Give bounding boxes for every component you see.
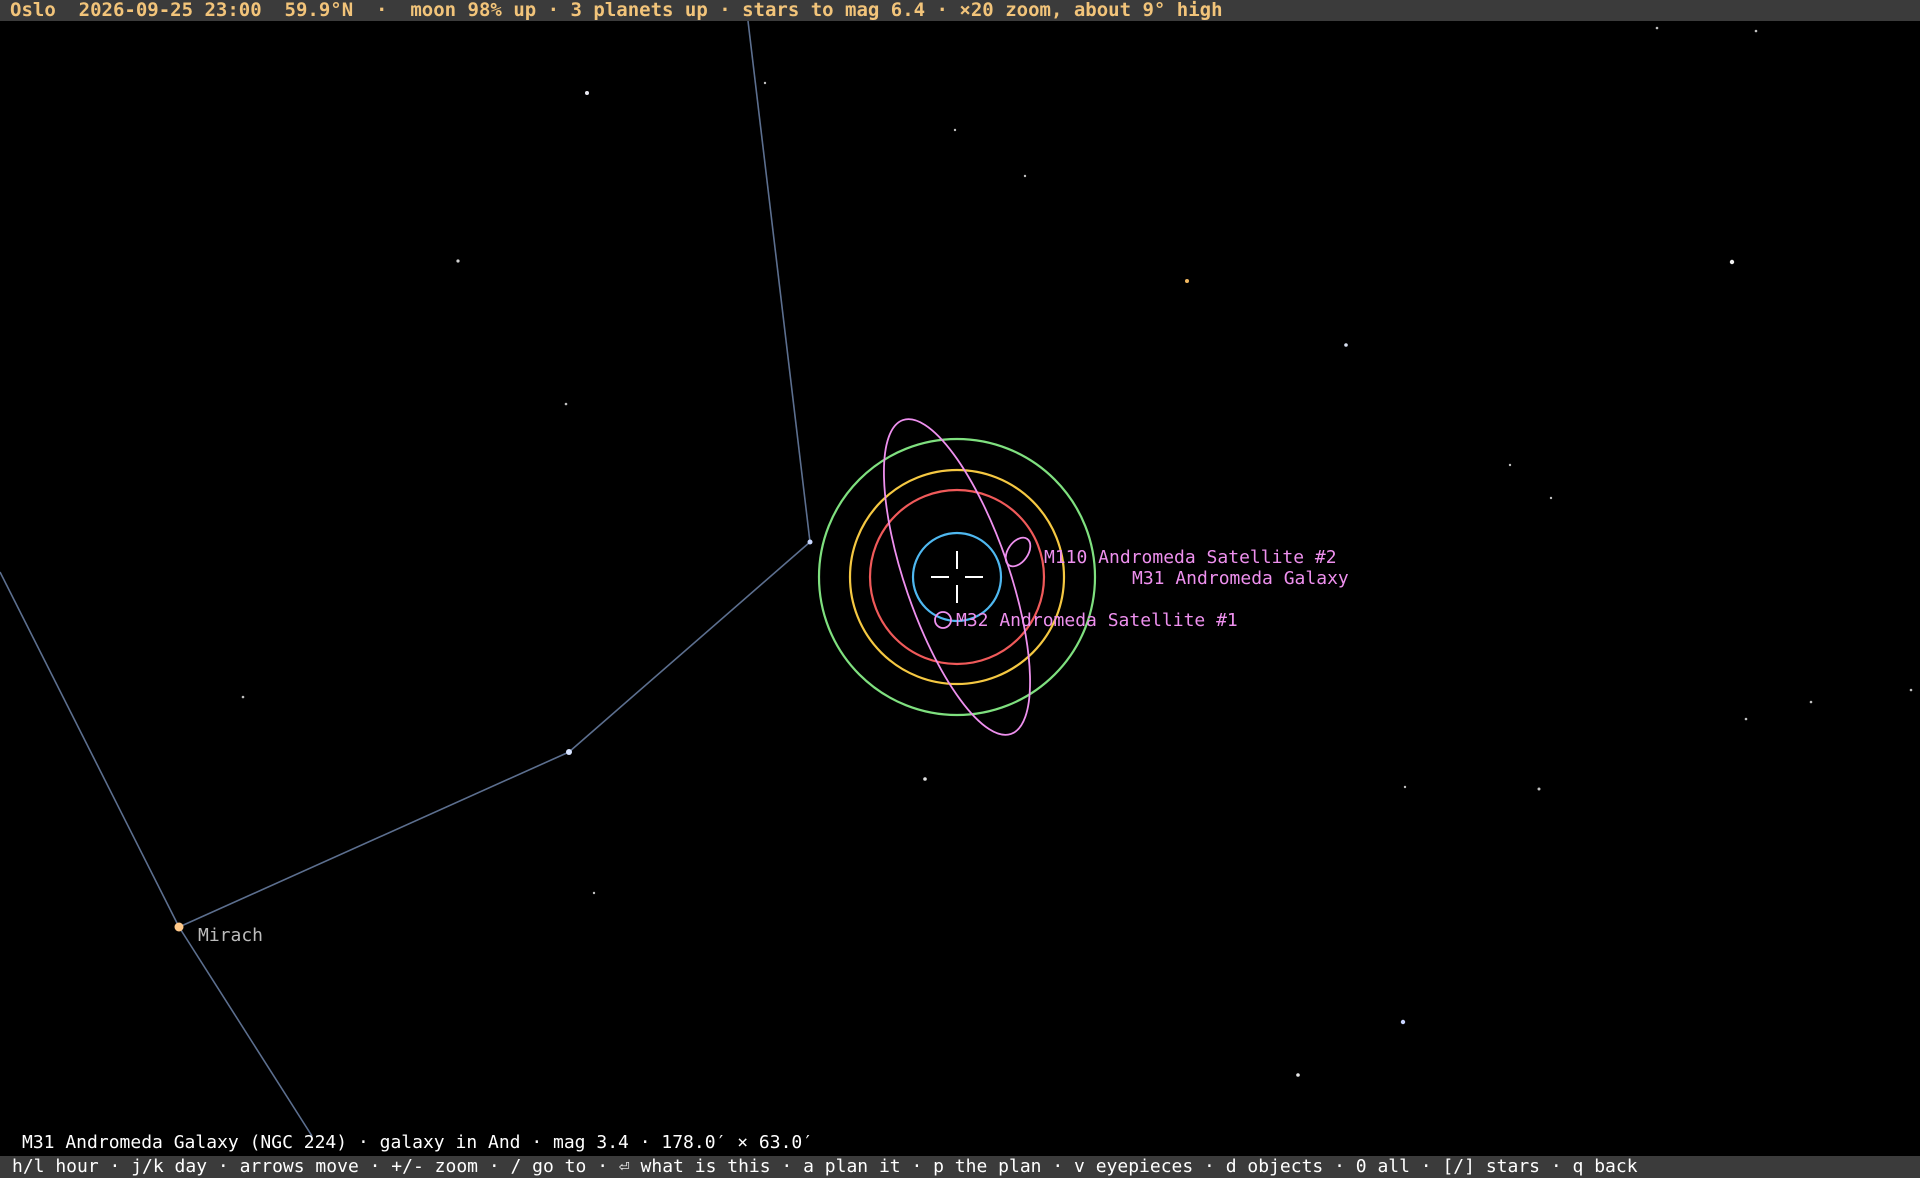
star[interactable] [1403, 785, 1407, 789]
constellation-line [568, 541, 811, 753]
star[interactable] [1185, 279, 1189, 283]
star[interactable] [1549, 496, 1553, 500]
m31-label[interactable]: M31 Andromeda Galaxy [1132, 568, 1349, 589]
selected-object-info: M31 Andromeda Galaxy (NGC 224) · galaxy … [22, 1132, 814, 1153]
star[interactable] [585, 91, 589, 95]
constellation-line [0, 571, 180, 928]
sky-chart-app: Oslo 2026-09-25 23:00 59.9°N · moon 98% … [0, 0, 1920, 1178]
m110-label[interactable]: M110 Andromeda Satellite #2 [1044, 547, 1337, 568]
eyepiece-ring-narrow [911, 531, 1003, 623]
star[interactable] [763, 81, 767, 85]
star[interactable] [1023, 174, 1027, 178]
star[interactable] [1809, 700, 1813, 704]
constellation-line [747, 21, 811, 543]
star[interactable] [923, 777, 927, 781]
star[interactable] [241, 695, 245, 699]
star[interactable] [564, 402, 568, 406]
star[interactable] [807, 539, 813, 545]
star[interactable] [1400, 1019, 1406, 1025]
m110-outline[interactable] [1001, 533, 1036, 571]
star[interactable] [456, 259, 460, 263]
keyboard-help-bar: h/l hour · j/k day · arrows move · +/- z… [0, 1156, 1920, 1178]
mirach-label[interactable]: Mirach [198, 925, 263, 946]
status-bar: Oslo 2026-09-25 23:00 59.9°N · moon 98% … [0, 0, 1920, 21]
constellation-lines [0, 21, 811, 1137]
star[interactable] [1744, 717, 1748, 721]
star[interactable] [1729, 259, 1735, 265]
star-mirach[interactable] [174, 922, 184, 932]
constellation-line [178, 926, 313, 1137]
star[interactable] [1537, 787, 1541, 791]
star[interactable] [1508, 463, 1512, 467]
eyepiece-ring-widest [817, 437, 1097, 717]
eyepiece-ring-medium [868, 488, 1046, 666]
sky-view[interactable]: M110 Andromeda Satellite #2 M31 Andromed… [0, 21, 1920, 1154]
star[interactable] [592, 891, 596, 895]
star[interactable] [1655, 26, 1659, 30]
constellation-line [178, 751, 570, 928]
star[interactable] [953, 128, 957, 132]
star[interactable] [1296, 1073, 1300, 1077]
star[interactable] [1344, 343, 1348, 347]
galaxy-outlines [854, 403, 1060, 751]
star[interactable] [566, 749, 572, 755]
m32-label[interactable]: M32 Andromeda Satellite #1 [956, 610, 1238, 631]
eyepiece-rings [817, 437, 1097, 717]
star[interactable] [1754, 29, 1758, 33]
star[interactable] [1909, 688, 1913, 692]
m31-outline[interactable] [854, 403, 1060, 751]
eyepiece-ring-wide [848, 468, 1066, 686]
crosshair-icon [931, 551, 983, 603]
